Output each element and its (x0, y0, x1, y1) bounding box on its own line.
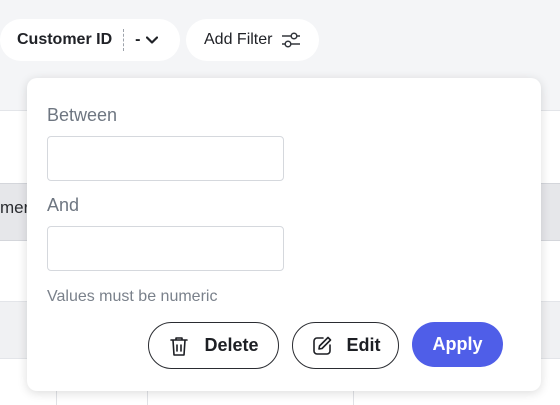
range-filter-popover: Between And Values must be numeric Delet… (27, 78, 541, 391)
chip-divider (123, 29, 125, 51)
edit-label: Edit (346, 335, 381, 355)
table-header-cell: mer (0, 198, 30, 217)
pencil-icon (312, 336, 331, 355)
customer-id-filter-value: - (135, 31, 141, 48)
trash-icon (170, 336, 189, 356)
and-input[interactable] (47, 226, 284, 271)
apply-button[interactable]: Apply (412, 322, 503, 367)
and-label: And (47, 195, 80, 215)
add-filter-label: Add Filter (204, 31, 273, 48)
customer-id-filter-label: Customer ID (17, 31, 113, 48)
edit-button[interactable]: Edit (292, 322, 399, 369)
add-filter-button[interactable]: Add Filter (186, 19, 319, 61)
apply-label: Apply (432, 334, 483, 354)
customer-id-filter-chip[interactable]: Customer ID - (0, 19, 180, 61)
between-input[interactable] (47, 136, 284, 181)
numeric-hint: Values must be numeric (47, 288, 218, 305)
between-label: Between (47, 105, 118, 125)
delete-label: Delete (204, 335, 259, 355)
delete-button[interactable]: Delete (148, 322, 279, 369)
chevron-down-icon[interactable] (146, 36, 159, 44)
sliders-icon (282, 32, 301, 48)
